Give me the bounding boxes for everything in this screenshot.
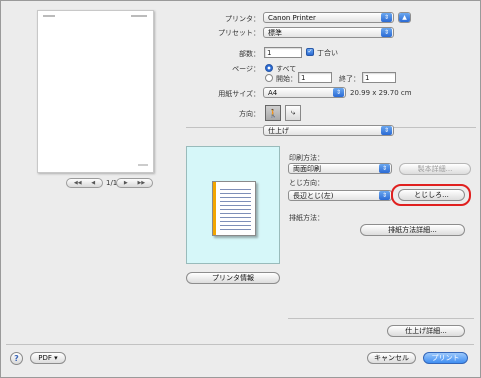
print-method-popup[interactable]: 両面印刷 ⇕ <box>288 163 392 174</box>
portrait-orientation-icon[interactable]: 🚶 <box>265 105 281 121</box>
print-method-label: 印刷方法： <box>289 154 324 162</box>
output-details-button[interactable]: 排紙方法詳細... <box>360 224 465 236</box>
popup-arrows-icon: ⇕ <box>381 13 392 22</box>
panel-value: 仕上げ <box>268 126 289 135</box>
page-nav-back-group: ◀◀ ◀ <box>66 178 103 188</box>
print-method-value: 両面印刷 <box>293 164 321 173</box>
cancel-button[interactable]: キャンセル <box>367 352 416 364</box>
highlight-ring <box>391 184 471 206</box>
pages-all-label: すべて <box>276 65 297 73</box>
landscape-orientation-icon[interactable]: ⤷ <box>285 105 301 121</box>
printer-value: Canon Printer <box>268 13 316 22</box>
paper-dimensions: 20.99 x 29.70 cm <box>350 89 412 97</box>
pages-all-radio[interactable] <box>265 64 273 72</box>
pages-from-label: 開始： <box>276 75 297 83</box>
printer-expand-button[interactable]: ▲ <box>398 12 411 23</box>
panel-popup[interactable]: 仕上げ ⇕ <box>263 125 394 136</box>
print-button[interactable]: プリント <box>423 352 468 364</box>
separator <box>288 318 474 319</box>
help-icon[interactable]: ? <box>10 352 23 365</box>
pdf-menu-button[interactable]: PDF ▾ <box>30 352 66 364</box>
next-page-icon[interactable]: ▶ <box>124 180 128 186</box>
collate-checkbox[interactable]: ✓ <box>306 48 314 56</box>
pages-to-field[interactable]: 1 <box>362 72 396 83</box>
print-preview-page <box>37 10 154 173</box>
separator <box>6 344 474 345</box>
expand-triangle-icon: ▲ <box>399 13 410 22</box>
pages-from-field[interactable]: 1 <box>298 72 332 83</box>
popup-arrows-icon: ⇕ <box>379 164 390 173</box>
binding-direction-value: 長辺とじ(左) <box>293 191 334 200</box>
pages-label: ページ： <box>232 65 260 73</box>
finishing-details-button[interactable]: 仕上げ詳細... <box>387 325 465 337</box>
popup-arrows-icon: ⇕ <box>333 88 344 97</box>
printer-info-button[interactable]: プリンタ情報 <box>186 272 280 284</box>
booklet-preview-icon <box>212 181 256 236</box>
popup-arrows-icon: ⇕ <box>379 191 390 200</box>
paper-size-value: A4 <box>268 88 278 97</box>
paper-size-popup[interactable]: A4 ⇕ <box>263 87 346 98</box>
pages-to-label: 終了： <box>339 75 360 83</box>
page-nav-forward-group: ▶ ▶▶ <box>116 178 153 188</box>
copies-label: 部数： <box>239 50 260 58</box>
presets-label: プリセット： <box>218 29 260 37</box>
presets-popup[interactable]: 標準 ⇕ <box>263 27 394 38</box>
printer-popup[interactable]: Canon Printer ⇕ <box>263 12 394 23</box>
binding-direction-label: とじ方向： <box>289 179 324 187</box>
binding-direction-popup[interactable]: 長辺とじ(左) ⇕ <box>288 190 392 201</box>
copies-field[interactable]: 1 <box>264 47 302 58</box>
first-page-icon[interactable]: ◀◀ <box>74 180 82 186</box>
pages-range-radio[interactable] <box>265 74 273 82</box>
popup-arrows-icon: ⇕ <box>381 28 392 37</box>
output-method-label: 排紙方法： <box>289 214 324 222</box>
prev-page-icon[interactable]: ◀ <box>91 180 95 186</box>
popup-arrows-icon: ⇕ <box>381 126 392 135</box>
paper-size-label: 用紙サイズ： <box>218 90 260 98</box>
printer-label: プリンタ： <box>225 15 260 23</box>
collate-label: 丁合い <box>317 49 338 57</box>
presets-value: 標準 <box>268 28 282 37</box>
orientation-label: 方向： <box>239 110 260 118</box>
booklet-details-button[interactable]: 製本詳細... <box>399 163 471 175</box>
last-page-icon[interactable]: ▶▶ <box>137 180 145 186</box>
